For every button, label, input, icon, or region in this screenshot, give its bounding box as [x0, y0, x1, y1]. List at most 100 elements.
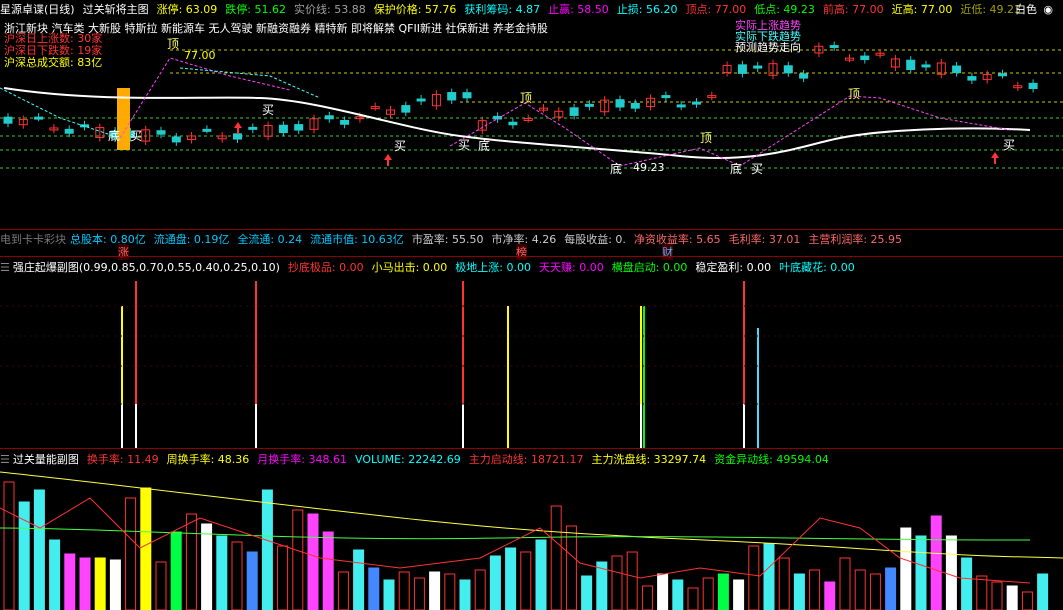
fundamental-values: 总股本: 0.80亿 流通盘: 0.19亿 全流通: 0.24 流通市值: 10.63…	[70, 231, 910, 247]
header-value-9: 前高: 77.00	[822, 3, 884, 16]
volume-bar	[292, 509, 304, 610]
volume-bar	[64, 553, 76, 610]
sub1-signal-chart[interactable]	[0, 276, 1063, 448]
signal-tag: 底	[730, 161, 742, 176]
sub1-value-1: 小马出击: 0.00	[371, 261, 448, 274]
volume-bar	[626, 551, 638, 610]
candle	[799, 73, 809, 79]
volume-bar	[581, 575, 593, 610]
main-kline-chart[interactable]: 顶顶顶顶底底底 底买买买 买买买	[0, 18, 1063, 230]
signal-tag: 顶	[167, 37, 179, 51]
candle	[156, 130, 166, 135]
header-value-7: 顶点: 77.00	[685, 3, 747, 16]
candle	[233, 133, 242, 140]
candle	[324, 115, 334, 120]
candle	[829, 45, 839, 49]
volume-bar	[611, 555, 623, 610]
fundamentals-bar: 电到卡卡彩块 总股本: 0.80亿 流通盘: 0.19亿 全流通: 0.24 流通市值…	[0, 230, 1063, 248]
sub2-value-1: 周换手率: 48.36	[166, 453, 250, 466]
fund-line	[0, 527, 1031, 541]
candle	[171, 136, 181, 143]
candle	[34, 116, 44, 120]
signal-tag: 买	[751, 162, 763, 176]
sub2-values: 换手率: 11.49 周换手率: 48.36 月换手率: 348.61 VOLUME:…	[87, 451, 837, 467]
fundamental-value-9: 主营利润率: 25.95	[808, 233, 903, 246]
volume-bar	[824, 581, 836, 610]
volume-bar	[733, 579, 745, 610]
volume-bar	[307, 513, 319, 610]
signal-tag: 底	[478, 138, 490, 153]
candle	[294, 124, 304, 131]
header-value-0: 涨停: 63.09	[156, 3, 218, 16]
fundamental-value-1: 流通盘: 0.19亿	[153, 233, 230, 246]
sub2-value-3: VOLUME: 22242.69	[354, 453, 461, 466]
fundamental-value-3: 流通市值: 10.63亿	[310, 233, 404, 246]
candle	[278, 124, 288, 134]
candle	[906, 59, 916, 70]
candle	[998, 73, 1007, 77]
buy-arrow-icon	[384, 154, 392, 166]
candle	[401, 105, 411, 113]
indicator-name[interactable]: 过关斩将主图	[83, 1, 149, 17]
header-value-11: 近低: 49.23	[960, 3, 1022, 16]
signal-tag: 顶	[520, 91, 532, 105]
volume-bar	[763, 543, 775, 610]
candle	[64, 128, 74, 134]
volume-bar	[185, 513, 197, 610]
sub2-value-5: 主力洗盘线: 33297.74	[591, 453, 707, 466]
app-name[interactable]: 星源卓谍(日线)	[0, 1, 75, 17]
volume-bar	[201, 523, 213, 610]
candle	[783, 65, 793, 74]
volume-bar	[854, 569, 866, 610]
sub1-name[interactable]: 强庄起爆副图	[13, 259, 79, 275]
volume-bar	[869, 573, 881, 610]
volume-bar	[474, 569, 486, 610]
candle	[630, 102, 640, 109]
trend-line	[449, 95, 1011, 167]
candle	[676, 104, 686, 108]
volume-bar	[976, 575, 988, 610]
sub2-header: ☰ 过关量能副图 换手率: 11.49 周换手率: 48.36 月换手率: 348.…	[0, 450, 1063, 468]
theme-toggle[interactable]: 白色	[1015, 1, 1037, 17]
volume-bar	[353, 549, 365, 610]
volume-bar	[337, 571, 349, 610]
candle	[661, 95, 671, 99]
header-value-10: 近高: 77.00	[891, 3, 953, 16]
signal-tag: 买	[458, 138, 470, 152]
signal-tag: 顶	[700, 131, 712, 145]
fundamental-value-7: 净资收益率: 5.65	[633, 233, 721, 246]
trend-legend: 实际上涨趋势 实际下跌趋势 预测趋势走向	[735, 20, 801, 53]
volume-bar	[885, 567, 897, 610]
sub2-value-2: 月换手率: 348.61	[257, 453, 347, 466]
volume-bar	[79, 557, 91, 610]
volume-bar	[444, 573, 456, 610]
volume-bar	[641, 585, 653, 610]
volume-bar	[520, 551, 532, 610]
signal-tag: 顶	[848, 87, 860, 101]
volume-bar	[657, 573, 669, 610]
sub1-value-4: 横盘启动: 0.00	[611, 261, 688, 274]
volume-bar	[383, 579, 395, 610]
sub1-value-2: 极地上涨: 0.00	[455, 261, 531, 274]
buy-arrow-icon	[991, 152, 999, 164]
sub2-value-0: 换手率: 11.49	[86, 453, 159, 466]
header-value-3: 保护价格: 57.76	[373, 3, 457, 16]
candle	[416, 98, 426, 102]
volume-bar	[277, 545, 289, 610]
volume-bar	[125, 497, 137, 610]
volume-bar	[991, 581, 1003, 610]
sub1-value-3: 天天赚: 0.00	[539, 261, 604, 274]
fin-first: 电到卡卡彩块	[0, 233, 66, 246]
sub1-toggle-icon[interactable]: ☰	[0, 261, 10, 274]
sub2-volume-chart[interactable]	[0, 468, 1063, 610]
settings-icon[interactable]: ◉	[1043, 3, 1053, 16]
sub2-name[interactable]: 过关量能副图	[13, 451, 79, 467]
sub2-toggle-icon[interactable]: ☰	[0, 453, 10, 466]
volume-bar	[945, 535, 957, 610]
volume-bar	[809, 569, 821, 610]
trend-legend-item-2: 预测趋势走向	[735, 41, 801, 54]
volume-bar	[702, 577, 714, 610]
volume-bar	[413, 577, 425, 610]
fundamental-value-6: 每股收益: 0.	[564, 233, 626, 246]
candle	[753, 65, 763, 69]
